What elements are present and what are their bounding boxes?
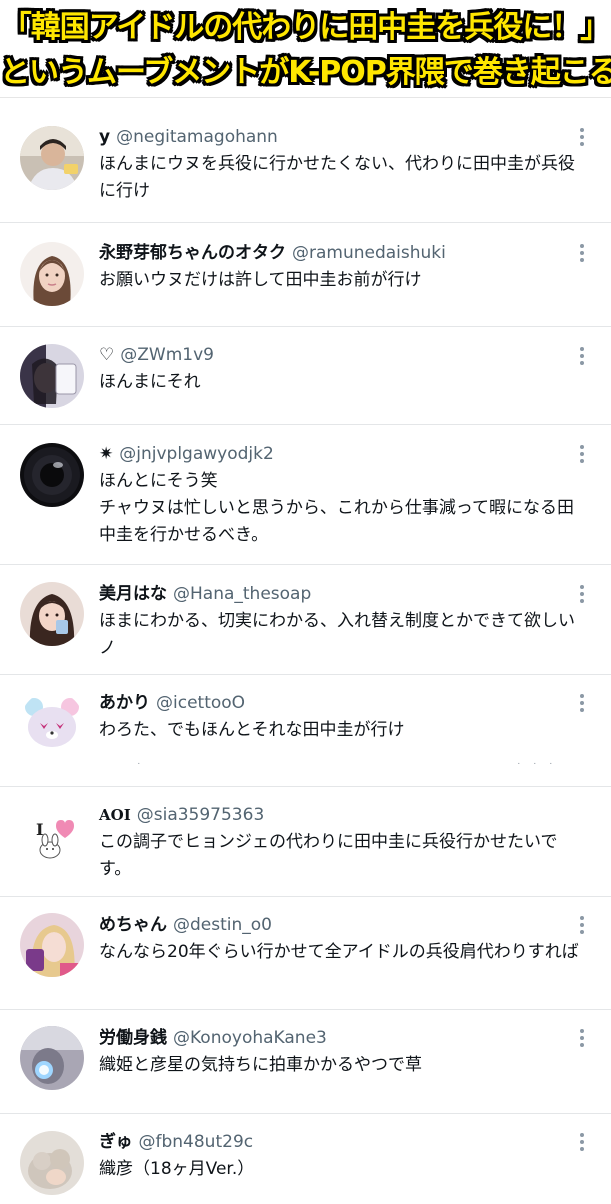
- avatar[interactable]: [20, 344, 84, 408]
- tweet-handle[interactable]: @destin_o0: [173, 915, 272, 935]
- tweet-handle[interactable]: @ramunedaishuki: [292, 243, 446, 263]
- tweet-display-name[interactable]: 労働身銭: [99, 1028, 167, 1048]
- more-options-icon[interactable]: [579, 1133, 585, 1155]
- tweet-display-name[interactable]: あかり: [99, 693, 150, 713]
- avatar[interactable]: [20, 913, 84, 977]
- avatar[interactable]: [20, 582, 84, 646]
- tweet-handle[interactable]: @fbn48ut29c: [139, 1132, 254, 1152]
- tweet-text: 織彦（18ヶ月Ver.）: [99, 1159, 255, 1179]
- tweet-item[interactable]: ✷ @jnjvplgawyodjk2 ほんとにそう笑 チャウヌは忙しいと思うから、…: [0, 425, 611, 565]
- tweet-item[interactable]: ぎゅ @fbn48ut29c 織彦（18ヶ月Ver.）: [0, 1114, 611, 1204]
- headline-line-1: 「韓国アイドルの代わりに田中圭を兵役に！」: [1, 10, 611, 45]
- more-options-icon[interactable]: [579, 585, 585, 607]
- tweet-item[interactable]: 美月はな @Hana_thesoap ほまにわかる、切実にわかる、入れ替え制度とか…: [0, 565, 611, 675]
- more-options-icon[interactable]: [579, 916, 585, 938]
- tweet-item[interactable]: I AOI @sia35975363 この調子でヒョンジェの代わりに田中圭に兵役行…: [0, 787, 611, 897]
- faint-marks: ˙: [136, 761, 142, 774]
- tweet-display-name[interactable]: めちゃん: [99, 915, 167, 935]
- tweet-item[interactable]: あかり @icettooO わろた、でもほんとそれな田中圭が行け ˙ ˙ ˙ ˙: [0, 675, 611, 787]
- more-options-icon[interactable]: [579, 694, 585, 716]
- more-options-icon[interactable]: [579, 347, 585, 369]
- tweet-display-name[interactable]: 美月はな: [99, 584, 167, 604]
- tweet-text: 織姫と彦星の気持ちに拍車かかるやつで草: [99, 1055, 422, 1075]
- tweet-item[interactable]: 労働身銭 @KonoyohaKane3 織姫と彦星の気持ちに拍車かかるやつで草: [0, 1010, 611, 1114]
- tweet-item[interactable]: 永野芽郁ちゃんのオタク @ramunedaishuki お願いウヌだけは許して田中…: [0, 223, 611, 327]
- tweet-handle[interactable]: @sia35975363: [137, 805, 265, 825]
- tweet-text: この調子でヒョンジェの代わりに田中圭に兵役行かせたいです。: [99, 832, 558, 879]
- tweet-handle[interactable]: @icettooO: [156, 693, 245, 713]
- tweet-text: ほんとにそう笑 チャウヌは忙しいと思うから、これから仕事減って暇になる田中圭を行…: [99, 471, 574, 545]
- tweet-handle[interactable]: @Hana_thesoap: [173, 584, 311, 604]
- avatar[interactable]: [20, 242, 84, 306]
- tweet-display-name[interactable]: 永野芽郁ちゃんのオタク: [99, 243, 286, 263]
- tweet-handle[interactable]: @negitamagohann: [116, 127, 278, 147]
- more-options-icon[interactable]: [579, 445, 585, 467]
- tweet-item[interactable]: ♡ @ZWm1v9 ほんまにそれ: [0, 327, 611, 425]
- tweet-handle[interactable]: @ZWm1v9: [120, 345, 214, 365]
- headline-line-2: というムーブメントがK-POP界隈で巻き起こる: [0, 55, 611, 90]
- avatar[interactable]: [20, 691, 84, 755]
- more-options-icon[interactable]: [579, 128, 585, 150]
- avatar[interactable]: [20, 1131, 84, 1195]
- tweet-display-name[interactable]: ♡: [99, 345, 114, 365]
- tweet-display-name[interactable]: y: [99, 127, 110, 147]
- tweet-item[interactable]: めちゃん @destin_o0 なんなら20年ぐらい行かせて全アイドルの兵役肩代わ…: [0, 897, 611, 1010]
- tweet-text: なんなら20年ぐらい行かせて全アイドルの兵役肩代わりすれば: [99, 942, 579, 962]
- tweet-text: ほんまにそれ: [99, 372, 201, 392]
- tweet-text: ほまにわかる、切実にわかる、入れ替え制度とかできて欲しいノ: [99, 611, 575, 658]
- avatar[interactable]: [20, 443, 84, 507]
- tweet-item[interactable]: y @negitamagohann ほんまにウヌを兵役に行かせたくない、代わりに田…: [0, 108, 611, 223]
- tweet-display-name[interactable]: ✷: [99, 444, 113, 464]
- tweet-text: ほんまにウヌを兵役に行かせたくない、代わりに田中圭が兵役に行け: [99, 154, 575, 201]
- more-options-icon[interactable]: [579, 244, 585, 266]
- tweet-display-name[interactable]: ぎゅ: [99, 1132, 133, 1152]
- avatar[interactable]: [20, 1026, 84, 1090]
- more-options-icon[interactable]: [579, 1029, 585, 1051]
- tweet-text: わろた、でもほんとそれな田中圭が行け: [99, 720, 405, 740]
- tweet-handle[interactable]: @jnjvplgawyodjk2: [119, 444, 274, 464]
- tweet-handle[interactable]: @KonoyohaKane3: [173, 1028, 327, 1048]
- tweet-display-name[interactable]: AOI: [99, 806, 131, 824]
- avatar[interactable]: I: [20, 804, 84, 868]
- headline-banner: 「韓国アイドルの代わりに田中圭を兵役に！」 というムーブメントがK-POP界隈で…: [0, 0, 611, 98]
- faint-marks: ˙ ˙ ˙: [516, 761, 554, 774]
- tweet-text: お願いウヌだけは許して田中圭お前が行け: [99, 270, 422, 290]
- avatar[interactable]: [20, 126, 84, 190]
